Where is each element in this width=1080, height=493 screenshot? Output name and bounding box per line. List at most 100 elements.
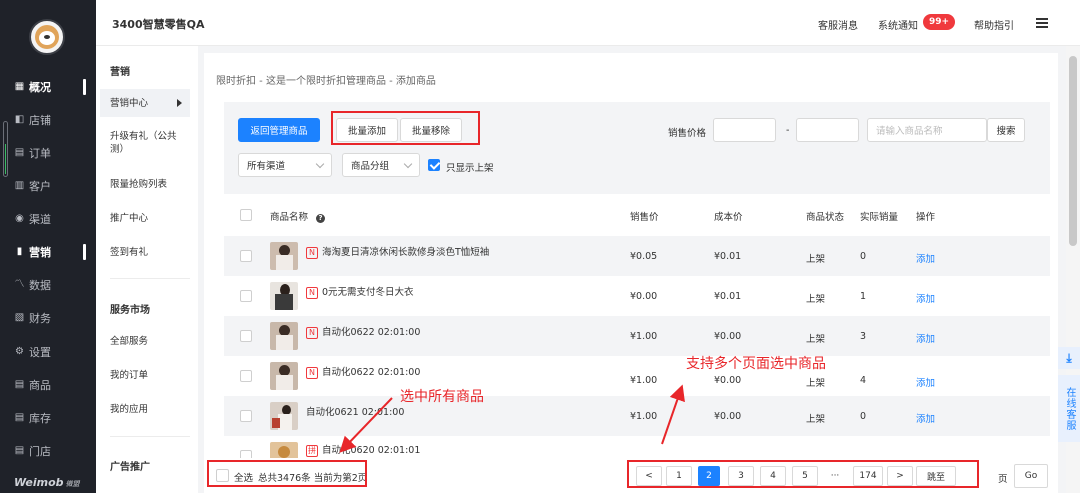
subnav-divider [110,278,190,279]
service-message-link[interactable]: 客服消息 [818,17,858,32]
product-name[interactable]: N 自动化0622 02:01:00 [306,324,420,339]
active-indicator [83,79,86,95]
cost-price: ¥0.00 [714,411,742,422]
price-min-input[interactable] [713,118,776,142]
row-select-checkbox[interactable] [240,250,252,262]
table-header: 商品名称? 销售价 成本价 商品状态 实际销量 操作 [224,194,1050,236]
system-notice-link[interactable]: 系统通知 [878,17,918,32]
marketing-subnav: 营销 营销中心 升级有礼（公共测） 限量抢购列表 推广中心 签到有礼 服务市场 … [96,46,198,493]
column-header-status: 商品状态 [806,212,845,223]
add-link[interactable]: 添加 [916,331,935,345]
cost-price: ¥0.01 [714,291,742,302]
back-to-manage-button[interactable]: 返回管理商品 [238,118,320,142]
sidebar-item-shop[interactable]: ▤ 门店 [0,440,96,462]
row-select-checkbox[interactable] [240,290,252,302]
sidebar-item-customer[interactable]: ▥ 客户 [0,175,96,197]
shiba-avatar-icon [35,25,59,49]
product-thumbnail [270,402,298,430]
product-thumbnail [270,242,298,270]
table-row: 自动化0621 02:01:00 ¥1.00 ¥0.00 上架 0 添加 [224,396,1050,436]
cost-price: ¥0.00 [714,331,742,342]
subnav-item-my-apps[interactable]: 我的应用 [110,403,190,416]
column-header-cost: 成本价 [714,212,743,223]
sidebar-item-label: 设置 [29,346,51,359]
sale-price: ¥1.00 [630,411,658,422]
avatar[interactable] [29,19,65,55]
product-name[interactable]: 拼自动化0620 02:01:01 [306,442,420,457]
subnav-section-ad[interactable]: 广告推广 [110,458,150,473]
top-bar: 3400智慧零售QA 客服消息 系统通知 99+ 帮助指引 [96,0,1080,46]
data-icon: 〽 [14,279,25,290]
sidebar-item-overview[interactable]: ▦ 概况 [0,76,96,98]
product-group-select[interactable]: 商品分组 [342,153,420,177]
subnav-item-promotion-center[interactable]: 推广中心 [110,212,190,225]
sidebar-item-store[interactable]: ◧ 店铺 [0,109,96,131]
shop-icon: ▤ [14,445,25,456]
column-header-action: 操作 [916,212,936,223]
row-select-checkbox[interactable] [240,410,252,422]
subnav-item-upgrade-gift[interactable]: 升级有礼（公共测） [110,130,190,156]
only-onshelf-label: 只显示上架 [446,163,494,174]
notice-badge: 99+ [923,14,956,30]
sidebar-item-finance[interactable]: ▧ 财务 [0,307,96,329]
sidebar-item-channel[interactable]: ◉ 渠道 [0,208,96,230]
annotation-box-select-all [207,460,367,487]
product-name[interactable]: 自动化0621 02:01:00 [306,404,404,418]
download-float-icon[interactable]: ⤓ [1058,347,1080,369]
channel-icon: ◉ [15,213,24,224]
table-row: N 0元无需支付冬日大衣 ¥0.00 ¥0.01 上架 1 添加 [224,276,1050,316]
breadcrumb: 限时折扣 - 这是一个限时折扣管理商品 - 添加商品 [216,76,436,87]
add-link[interactable]: 添加 [916,251,935,265]
sidebar-item-label: 门店 [29,445,51,458]
row-select-checkbox[interactable] [240,330,252,342]
store-icon: ◧ [14,114,25,125]
price-max-input[interactable] [796,118,859,142]
subnav-item-my-orders[interactable]: 我的订单 [110,369,190,382]
sale-price: ¥0.05 [630,251,658,262]
sidebar-item-order[interactable]: ▤ 订单 [0,142,96,164]
annotation-multi-page-note: 支持多个页面选中商品 [686,356,826,372]
row-select-checkbox[interactable] [240,450,252,458]
header-select-checkbox[interactable] [240,209,252,221]
product-status: 上架 [806,334,826,345]
online-service-button[interactable]: 在线客服 [1058,375,1080,442]
product-name-search-input[interactable]: 请输入商品名称 [867,118,987,142]
hamburger-menu-icon[interactable] [1036,18,1048,28]
inventory-icon: ▤ [14,412,25,423]
sidebar-item-label: 库存 [29,412,51,425]
go-button[interactable]: Go [1014,464,1048,488]
subnav-section-service: 服务市场 [110,305,150,316]
product-name[interactable]: N 海淘夏日清凉休闲长款修身淡色T恤短袖 [306,244,489,259]
product-status: 上架 [806,378,826,389]
sidebar-item-marketing[interactable]: ▮ 营销 [0,241,96,263]
only-onshelf-checkbox[interactable] [428,159,440,171]
brand-logo: Weimob 微盟 [14,476,80,489]
add-link[interactable]: 添加 [916,291,935,305]
new-tag: N [306,287,318,299]
sidebar-item-data[interactable]: 〽 数据 [0,274,96,296]
product-name[interactable]: N 自动化0622 02:01:00 [306,364,420,379]
product-name[interactable]: N 0元无需支付冬日大衣 [306,284,414,299]
add-link[interactable]: 添加 [916,411,935,425]
new-tag: N [306,327,318,339]
store-name[interactable]: 3400智慧零售QA [112,16,204,32]
scrollbar-thumb[interactable] [1069,56,1077,246]
actual-sales: 0 [860,411,867,422]
subnav-item-marketing-center[interactable]: 营销中心 [100,89,190,117]
sidebar-item-goods[interactable]: ▤ 商品 [0,374,96,396]
new-tag: N [306,367,318,379]
customer-icon: ▥ [14,180,25,191]
add-link[interactable]: 添加 [916,375,935,389]
help-icon[interactable]: ? [316,214,326,223]
row-select-checkbox[interactable] [240,370,252,382]
sidebar-item-settings[interactable]: ⚙ 设置 [0,341,96,363]
actual-sales: 0 [860,251,867,262]
channel-select[interactable]: 所有渠道 [238,153,332,177]
sidebar-item-inventory[interactable]: ▤ 库存 [0,407,96,429]
subnav-item-checkin-gift[interactable]: 签到有礼 [110,246,190,259]
subnav-item-flash-sale[interactable]: 限量抢购列表 [110,178,190,191]
help-guide-link[interactable]: 帮助指引 [974,17,1014,32]
subnav-item-all-services[interactable]: 全部服务 [110,335,190,348]
search-button[interactable]: 搜索 [987,118,1025,142]
order-icon: ▤ [14,147,25,158]
